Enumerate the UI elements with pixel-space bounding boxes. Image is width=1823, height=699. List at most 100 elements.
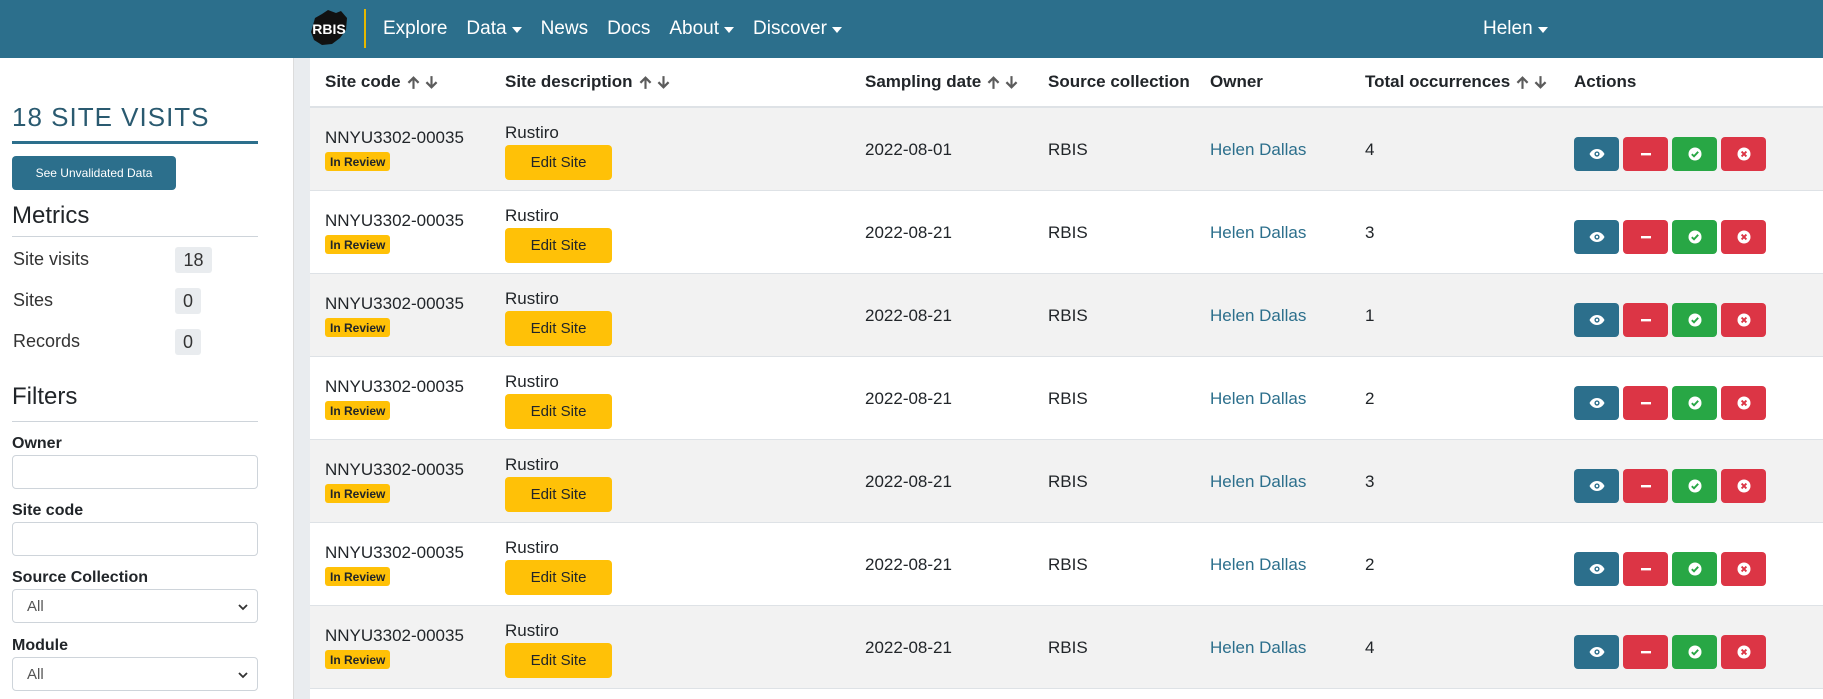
edit-site-button[interactable]: Edit Site [505, 643, 612, 678]
source-collection-select[interactable]: All [12, 589, 258, 623]
metric-value-records: 0 [175, 329, 201, 355]
rbis-logo[interactable]: RBIS [308, 8, 350, 48]
owner-link[interactable]: Helen Dallas [1210, 140, 1306, 160]
source-collection-cell: RBIS [1048, 140, 1088, 159]
edit-site-button[interactable]: Edit Site [505, 560, 612, 595]
edit-site-button[interactable]: Edit Site [505, 228, 612, 263]
validate-button[interactable] [1672, 552, 1717, 586]
view-button[interactable] [1574, 137, 1619, 171]
edit-site-button[interactable]: Edit Site [505, 311, 612, 346]
remove-button[interactable] [1623, 469, 1668, 503]
col-site-description-label: Site description [505, 72, 633, 91]
sidebar: 18 SITE VISITS See Unvalidated Data Metr… [0, 58, 294, 699]
nav-about-label: About [669, 18, 720, 39]
sort-asc-icon[interactable] [406, 75, 421, 90]
times-circle-icon [1737, 645, 1750, 659]
site-description-cell: Rustiro [505, 372, 559, 391]
remove-button[interactable] [1623, 635, 1668, 669]
validate-button[interactable] [1672, 386, 1717, 420]
source-collection-cell: RBIS [1048, 223, 1088, 242]
validate-button[interactable] [1672, 469, 1717, 503]
module-select[interactable]: All [12, 657, 258, 691]
edit-site-button[interactable]: Edit Site [505, 145, 612, 180]
reject-button[interactable] [1721, 386, 1766, 420]
see-unvalidated-button[interactable]: See Unvalidated Data [12, 156, 176, 190]
status-badge: In Review [325, 567, 391, 586]
col-total-occurrences-label: Total occurrences [1365, 72, 1511, 91]
reject-button[interactable] [1721, 635, 1766, 669]
eye-icon [1589, 149, 1604, 159]
view-button[interactable] [1574, 303, 1619, 337]
nav-docs[interactable]: Docs [607, 18, 650, 40]
sort-desc-icon[interactable] [1004, 75, 1019, 90]
edit-site-button[interactable]: Edit Site [505, 394, 612, 429]
sort-desc-icon[interactable] [424, 75, 439, 90]
nav-discover[interactable]: Discover [753, 18, 842, 40]
reject-button[interactable] [1721, 137, 1766, 171]
sort-asc-icon[interactable] [986, 75, 1001, 90]
reject-button[interactable] [1721, 220, 1766, 254]
reject-button[interactable] [1721, 303, 1766, 337]
metrics-heading: Metrics [12, 202, 90, 229]
status-badge: In Review [325, 401, 391, 420]
nav-discover-label: Discover [753, 18, 827, 39]
reject-button[interactable] [1721, 469, 1766, 503]
check-circle-icon [1688, 479, 1701, 493]
check-circle-icon [1688, 230, 1701, 244]
remove-button[interactable] [1623, 386, 1668, 420]
sort-desc-icon[interactable] [656, 75, 671, 90]
site-code-cell: NNYU3302-00035 [325, 543, 464, 562]
minus-icon [1640, 485, 1651, 488]
minus-icon [1640, 319, 1651, 322]
owner-link[interactable]: Helen Dallas [1210, 306, 1306, 326]
site-description-cell: Rustiro [505, 621, 559, 640]
col-sampling-date: Sampling date [865, 72, 1022, 92]
remove-button[interactable] [1623, 220, 1668, 254]
remove-button[interactable] [1623, 303, 1668, 337]
site-code-cell: NNYU3302-00035 [325, 626, 464, 645]
nav-explore-label: Explore [383, 18, 448, 39]
nav-news[interactable]: News [541, 18, 589, 40]
col-sampling-date-label: Sampling date [865, 72, 982, 91]
owner-link[interactable]: Helen Dallas [1210, 389, 1306, 409]
remove-button[interactable] [1623, 552, 1668, 586]
nav-about[interactable]: About [669, 18, 735, 40]
owner-link[interactable]: Helen Dallas [1210, 555, 1306, 575]
site-code-filter-input[interactable] [12, 522, 258, 556]
owner-link[interactable]: Helen Dallas [1210, 472, 1306, 492]
status-badge: In Review [325, 152, 391, 171]
minus-icon [1640, 153, 1651, 156]
owner-link[interactable]: Helen Dallas [1210, 223, 1306, 243]
col-total-occurrences: Total occurrences [1365, 72, 1551, 92]
view-button[interactable] [1574, 635, 1619, 669]
total-occurrences-cell: 1 [1365, 306, 1375, 325]
user-menu[interactable]: Helen [1483, 0, 1548, 58]
site-code-cell: NNYU3302-00035 [325, 211, 464, 230]
nav-data[interactable]: Data [466, 18, 522, 40]
site-description-cell: Rustiro [505, 289, 559, 308]
owner-link[interactable]: Helen Dallas [1210, 638, 1306, 658]
sort-desc-icon[interactable] [1533, 75, 1548, 90]
nav-explore[interactable]: Explore [383, 18, 447, 40]
sort-asc-icon[interactable] [1515, 75, 1530, 90]
validate-button[interactable] [1672, 635, 1717, 669]
site-code-cell: NNYU3302-00035 [325, 377, 464, 396]
edit-site-button[interactable]: Edit Site [505, 477, 612, 512]
view-button[interactable] [1574, 220, 1619, 254]
validate-button[interactable] [1672, 303, 1717, 337]
view-button[interactable] [1574, 469, 1619, 503]
caret-down-icon [831, 27, 842, 33]
check-circle-icon [1688, 147, 1701, 161]
validate-button[interactable] [1672, 137, 1717, 171]
view-button[interactable] [1574, 386, 1619, 420]
check-circle-icon [1688, 396, 1701, 410]
sort-asc-icon[interactable] [638, 75, 653, 90]
remove-button[interactable] [1623, 137, 1668, 171]
reject-button[interactable] [1721, 552, 1766, 586]
view-button[interactable] [1574, 552, 1619, 586]
status-badge: In Review [325, 650, 391, 669]
validate-button[interactable] [1672, 220, 1717, 254]
total-occurrences-cell: 3 [1365, 472, 1375, 491]
owner-filter-input[interactable] [12, 455, 258, 489]
site-description-cell: Rustiro [505, 123, 559, 142]
